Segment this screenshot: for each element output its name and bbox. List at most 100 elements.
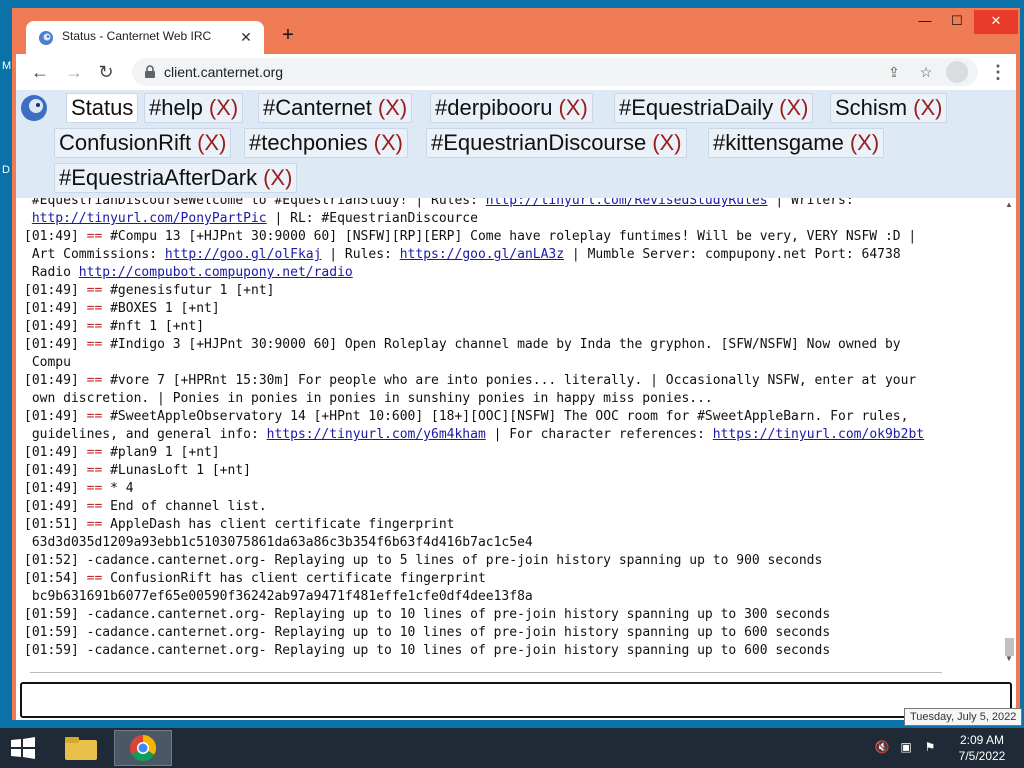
log-link[interactable]: https://goo.gl/anLA3z (400, 247, 564, 262)
log-line: 63d3d035d1209a93ebb1c5103075861da63a86c3… (24, 534, 533, 552)
log-timestamp: [01:49] (24, 409, 79, 424)
clock[interactable]: 2:09 AM 7/5/2022 (950, 732, 1014, 764)
channel-close-button[interactable]: (X) (558, 95, 587, 120)
log-scrollbar[interactable]: ▲ ▼ (1002, 198, 1016, 668)
log-timestamp: [01:59] (24, 607, 79, 622)
log-timestamp: [01:49] (24, 283, 79, 298)
new-tab-button[interactable]: + (276, 24, 300, 48)
message-input[interactable] (20, 682, 1012, 718)
share-icon[interactable]: ⇪ (884, 62, 904, 82)
profile-icon[interactable] (946, 61, 968, 83)
channel-close-button[interactable]: (X) (913, 95, 942, 120)
log-text: End of channel list. (102, 499, 267, 514)
close-window-button[interactable]: ✕ (974, 10, 1018, 34)
message-log: #EquestrianDiscourseWelcome to #Equestri… (16, 198, 1002, 668)
channel-tab-label: Schism (835, 95, 908, 120)
channel-tab-label: Status (71, 95, 134, 120)
log-timestamp: [01:52] (24, 553, 79, 568)
channel-tab-label: #EquestrianDiscourse (431, 130, 647, 155)
channel-tab[interactable]: Status (66, 93, 139, 123)
log-line: [01:49] == #Indigo 3 [+HJPnt 30:9000 60]… (24, 336, 901, 354)
log-timestamp: [01:49] (24, 319, 79, 334)
minimize-button[interactable]: — (910, 10, 940, 34)
windows-start-icon[interactable] (8, 736, 38, 760)
channel-close-button[interactable]: (X) (652, 130, 681, 155)
log-timestamp: [01:51] (24, 517, 79, 532)
channel-tab-label: ConfusionRift (59, 130, 192, 155)
log-line: [01:49] == * 4 (24, 480, 134, 498)
log-line: guidelines, and general info: https://ti… (24, 426, 924, 444)
log-system-marker: == (86, 481, 103, 496)
log-system-marker: == (86, 373, 103, 388)
back-icon[interactable]: ← (28, 60, 52, 84)
log-line: [01:59] -cadance.canternet.org- Replayin… (24, 624, 830, 642)
log-link[interactable]: http://goo.gl/olFkaj (165, 247, 322, 262)
channel-close-button[interactable]: (X) (197, 130, 226, 155)
log-text: * 4 (102, 481, 134, 496)
tab-close-icon[interactable]: ✕ (236, 27, 256, 47)
log-text: ConfusionRift has client certificate fin… (102, 571, 486, 586)
channel-tab[interactable]: #help (X) (144, 93, 244, 123)
action-center-icon[interactable]: ⚑ (922, 740, 938, 756)
chrome-taskbar-button[interactable] (114, 730, 172, 766)
channel-tab[interactable]: Schism (X) (830, 93, 948, 123)
channel-tab[interactable]: #EquestriaDaily (X) (614, 93, 814, 123)
log-text: #vore 7 [+HPRnt 15:30m] For people who a… (102, 373, 917, 388)
desktop-icon-label: M (2, 60, 12, 72)
log-line: Art Commissions: http://goo.gl/olFkaj | … (24, 246, 901, 264)
log-text: -cadance.canternet.org- Replaying up to … (78, 607, 831, 622)
log-timestamp: [01:49] (24, 337, 79, 352)
taskbar: 🔇 ▣ ⚑ 2:09 AM 7/5/2022 (0, 728, 1024, 768)
forward-icon[interactable]: → (62, 60, 86, 84)
channel-close-button[interactable]: (X) (779, 95, 808, 120)
network-icon[interactable]: ▣ (898, 740, 914, 756)
file-explorer-button[interactable] (52, 730, 110, 766)
log-timestamp: [01:49] (24, 445, 79, 460)
log-line: bc9b631691b6077ef65e00590f36242ab97a9471… (24, 588, 533, 606)
channel-tab[interactable]: #derpibooru (X) (430, 93, 593, 123)
reload-icon[interactable]: ↻ (94, 60, 118, 84)
channel-tab[interactable]: #techponies (X) (244, 128, 408, 158)
log-timestamp: [01:54] (24, 571, 79, 586)
bookmark-star-icon[interactable]: ☆ (916, 62, 936, 82)
log-text: | Rules: (321, 247, 400, 262)
menu-icon[interactable]: ⋮ (988, 60, 1008, 84)
log-link[interactable]: https://tinyurl.com/y6m4kham (267, 427, 486, 442)
maximize-button[interactable]: ☐ (942, 10, 972, 34)
log-system-marker: == (86, 337, 103, 352)
log-link[interactable]: http://compubot.compupony.net/radio (79, 265, 353, 280)
channel-tab[interactable]: #kittensgame (X) (708, 128, 885, 158)
log-link[interactable]: http://tinyurl.com/RevisedStudyRules (486, 198, 768, 208)
channel-tab[interactable]: #EquestrianDiscourse (X) (426, 128, 687, 158)
scroll-up-icon[interactable]: ▲ (1002, 200, 1016, 212)
log-line: [01:59] -cadance.canternet.org- Replayin… (24, 606, 830, 624)
scroll-down-icon[interactable]: ▼ (1002, 654, 1016, 666)
log-link[interactable]: http://tinyurl.com/PonyPartPic (32, 211, 267, 226)
canternet-logo-icon (21, 95, 47, 121)
address-bar[interactable]: client.canternet.org ⇪ ☆ (132, 58, 978, 86)
channel-tab-label: #derpibooru (435, 95, 553, 120)
channel-tab-label: #techponies (249, 130, 368, 155)
channel-tab[interactable]: ConfusionRift (X) (54, 128, 232, 158)
channel-close-button[interactable]: (X) (374, 130, 403, 155)
channel-close-button[interactable]: (X) (850, 130, 879, 155)
date-tooltip: Tuesday, July 5, 2022 (904, 708, 1023, 726)
browser-toolbar: ← → ↻ client.canternet.org ⇪ ☆ ⋮ (16, 54, 1016, 90)
channel-tab[interactable]: #EquestriaAfterDark (X) (54, 163, 298, 193)
folder-icon (65, 737, 97, 760)
log-line: [01:49] == #Compu 13 [+HJPnt 30:9000 60]… (24, 228, 916, 246)
log-link[interactable]: https://tinyurl.com/ok9b2bt (713, 427, 924, 442)
channel-close-button[interactable]: (X) (378, 95, 407, 120)
browser-tab[interactable]: Status - Canternet Web IRC ✕ (26, 21, 264, 55)
divider (30, 672, 942, 673)
log-timestamp: [01:49] (24, 481, 79, 496)
channel-tab[interactable]: #Canternet (X) (258, 93, 413, 123)
log-line: Compu (24, 354, 71, 372)
log-line: [01:59] -cadance.canternet.org- Replayin… (24, 642, 830, 660)
channel-close-button[interactable]: (X) (209, 95, 238, 120)
log-line: [01:49] == #SweetAppleObservatory 14 [+H… (24, 408, 908, 426)
channel-close-button[interactable]: (X) (263, 165, 292, 190)
log-system-marker: == (86, 499, 103, 514)
volume-muted-icon[interactable]: 🔇 (874, 740, 890, 756)
